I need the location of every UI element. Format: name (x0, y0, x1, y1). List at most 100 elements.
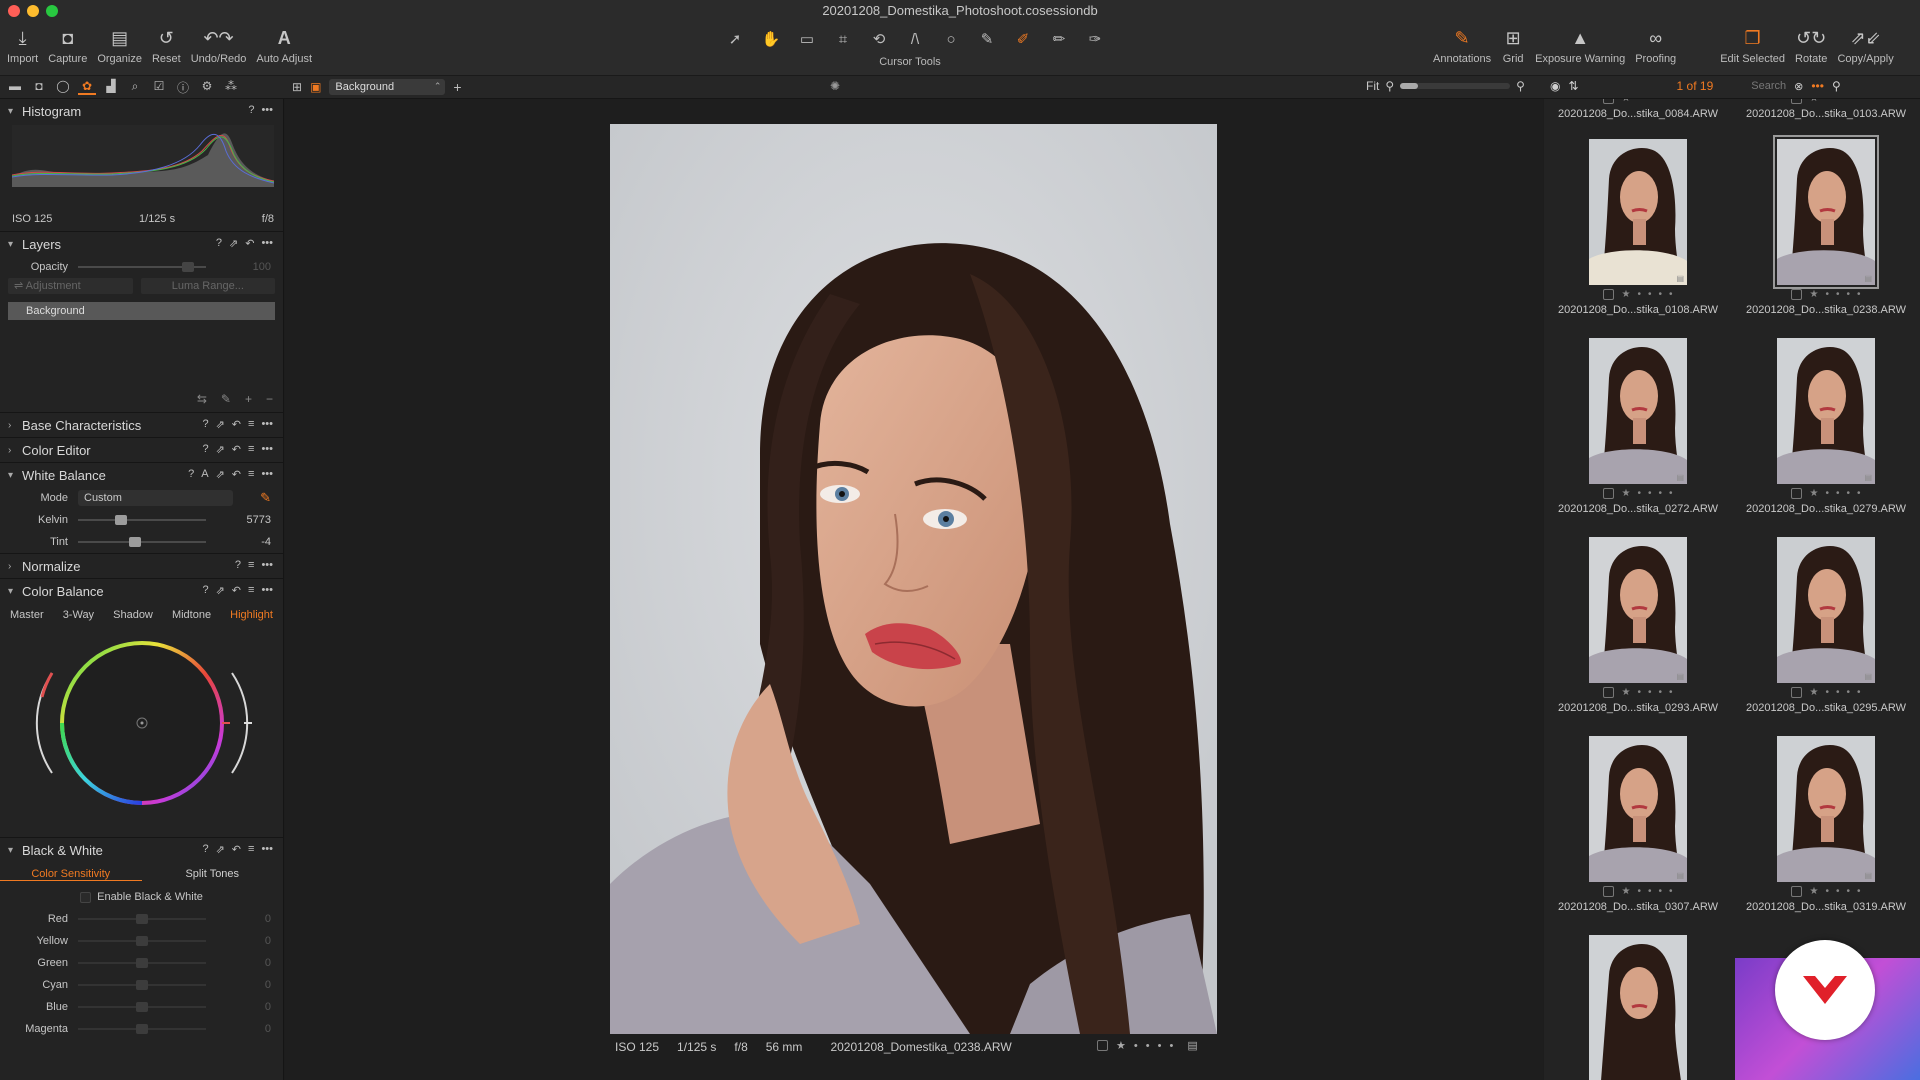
wb-mode-select[interactable]: Custom (78, 490, 233, 506)
zoom-slider[interactable] (1400, 83, 1511, 89)
details-tab-icon[interactable]: ⌕ (126, 79, 144, 95)
normalize-header[interactable]: › Normalize ? ≡ ••• (0, 554, 283, 578)
thumbnail-image[interactable]: ▤ (1773, 135, 1879, 289)
luma-range-button[interactable]: Luma Range... (140, 278, 275, 294)
photo-select-checkbox[interactable] (1097, 1040, 1108, 1051)
copy-icon[interactable]: ⇗ (229, 237, 238, 250)
copy-icon[interactable]: ⇗ (216, 584, 225, 597)
thumbnail-checkbox[interactable] (1791, 886, 1803, 897)
tint-slider[interactable] (78, 537, 206, 547)
presets-icon[interactable]: ≡ (248, 468, 254, 481)
bw-slider-value[interactable]: 0 (265, 935, 271, 947)
search-icon[interactable]: ⚲ (1832, 79, 1841, 93)
thumbnail-image[interactable]: ▤ (1777, 736, 1875, 882)
auto-icon[interactable]: A (201, 468, 208, 481)
library-tab-icon[interactable]: ▬ (6, 79, 24, 95)
remove-layer-icon[interactable]: − (266, 392, 273, 406)
reset-icon[interactable]: ↶ (232, 584, 241, 597)
exposure-tab-icon[interactable]: ▟ (102, 79, 120, 95)
copy-icon[interactable]: ⇗ (216, 443, 225, 456)
enable-bw-checkbox[interactable] (80, 891, 92, 903)
crop-icon[interactable]: ⌗ (828, 28, 858, 50)
thumbnail-item[interactable]: ▤ ★ • • • • 20201208_Do...stika_0293.ARW (1544, 537, 1732, 714)
spot-removal-icon[interactable]: ○ (936, 28, 966, 50)
star-icon[interactable]: ★ (1621, 289, 1630, 300)
picker-icon[interactable]: ✎ (972, 28, 1002, 50)
gradient-icon[interactable]: ✏ (1044, 28, 1074, 50)
bw-magenta-slider[interactable] (78, 1024, 206, 1034)
thumbnail-item[interactable]: ▤ ★ • • • • 20201208_Do...stika_0238.ARW (1732, 135, 1920, 316)
sort-icon[interactable]: ⇅ (1568, 79, 1578, 93)
thumbnail-checkbox[interactable] (1603, 886, 1615, 897)
white-balance-header[interactable]: ▾ White Balance ? A ⇗ ↶ ≡ ••• (0, 463, 283, 487)
bw-blue-slider[interactable] (78, 1002, 206, 1012)
picker-icon[interactable]: ✎ (260, 490, 271, 506)
brush-icon[interactable]: ✐ (1008, 28, 1038, 50)
thumbnail-checkbox[interactable] (1603, 289, 1615, 300)
kelvin-slider[interactable] (78, 515, 206, 525)
bw-yellow-slider[interactable] (78, 936, 206, 946)
star-icon[interactable]: ★ (1809, 289, 1818, 300)
thumbnail-checkbox[interactable] (1791, 99, 1803, 104)
bw-green-slider[interactable] (78, 958, 206, 968)
tab-split-tones[interactable]: Split Tones (142, 868, 284, 880)
more-icon[interactable]: ••• (1811, 79, 1824, 93)
tab-master[interactable]: Master (10, 609, 44, 621)
lens-tab-icon[interactable]: ◯ (54, 79, 72, 95)
bw-slider-value[interactable]: 0 (265, 913, 271, 925)
help-icon[interactable]: ? (202, 443, 208, 456)
star-icon[interactable]: ★ (1621, 687, 1630, 698)
color-tag-icon[interactable]: ▤ (1187, 1039, 1197, 1052)
bw-red-slider[interactable] (78, 914, 206, 924)
star-icon[interactable]: ★ (1809, 99, 1818, 104)
color-balance-header[interactable]: ▾ Color Balance ? ⇗ ↶ ≡ ••• (0, 579, 283, 603)
help-icon[interactable]: ? (216, 237, 222, 250)
thumbnail-image[interactable]: ▤ (1589, 736, 1687, 882)
help-icon[interactable]: ? (202, 584, 208, 597)
more-icon[interactable]: ••• (261, 443, 273, 456)
star-icon[interactable]: ★ (1621, 488, 1630, 499)
tint-value[interactable]: -4 (261, 536, 271, 548)
color-wheel[interactable] (0, 627, 284, 837)
layer-select[interactable]: Background (329, 78, 446, 95)
more-icon[interactable]: ••• (261, 584, 273, 597)
add-layer-icon[interactable]: + (453, 79, 461, 95)
thumbnail-image[interactable]: ▤ (1777, 338, 1875, 484)
proofing-button[interactable]: ∞ Proofing (1630, 26, 1681, 66)
select-cursor-icon[interactable]: ➚ (720, 28, 750, 50)
tab-highlight[interactable]: Highlight (230, 609, 273, 621)
thumbnail-checkbox[interactable] (1603, 488, 1615, 499)
thumbnail-checkbox[interactable] (1791, 289, 1803, 300)
reset-icon[interactable]: ↶ (232, 843, 241, 856)
help-icon[interactable]: ? (248, 104, 254, 116)
thumbnail-image[interactable]: ▤ (1589, 537, 1687, 683)
metadata-tab-icon[interactable]: ⓘ (174, 79, 192, 95)
presets-icon[interactable]: ≡ (248, 584, 254, 597)
grid-button[interactable]: ⊞ Grid (1496, 26, 1530, 66)
search-input[interactable]: Search (1751, 80, 1786, 92)
reset-icon[interactable]: ↶ (232, 418, 241, 431)
brush-dropdown-icon[interactable]: ✎ (221, 392, 231, 406)
copy-icon[interactable]: ⇗ (216, 843, 225, 856)
output-tab-icon[interactable]: ⚙ (198, 79, 216, 95)
eraser-icon[interactable]: ✑ (1080, 28, 1110, 50)
thumbnail-checkbox[interactable] (1791, 687, 1803, 698)
auto-adjust-button[interactable]: A Auto Adjust (251, 26, 317, 66)
thumbnail-item[interactable]: ▤ ★ • • • • 20201208_Do...stika_0295.ARW (1732, 537, 1920, 714)
base-characteristics-header[interactable]: › Base Characteristics ? ⇗ ↶ ≡ ••• (0, 413, 283, 437)
kelvin-value[interactable]: 5773 (247, 514, 271, 526)
star-icon[interactable]: ★ (1621, 886, 1630, 897)
background-layer[interactable]: Background (8, 302, 275, 320)
thumbnail-image[interactable]: ▤ (1777, 537, 1875, 683)
main-photo[interactable] (610, 124, 1217, 1034)
tab-3-way[interactable]: 3-Way (63, 609, 94, 621)
thumbnail-image[interactable]: ▤ (1589, 139, 1687, 285)
black-white-header[interactable]: ▾ Black & White ? ⇗ ↶ ≡ ••• (0, 838, 283, 862)
exposure-warning-button[interactable]: ▲ Exposure Warning (1530, 26, 1630, 66)
more-icon[interactable]: ••• (261, 104, 273, 116)
rotate-tool-icon[interactable]: ⟲ (864, 28, 894, 50)
thumbnail-item[interactable]: ▤ ★ • • • • 20201208_Do...stika_0279.ARW (1732, 338, 1920, 515)
copy-icon[interactable]: ⇗ (216, 468, 225, 481)
zoom-in-icon[interactable]: ⚲ (1516, 79, 1525, 93)
rating-dot[interactable]: • (1169, 1040, 1173, 1052)
